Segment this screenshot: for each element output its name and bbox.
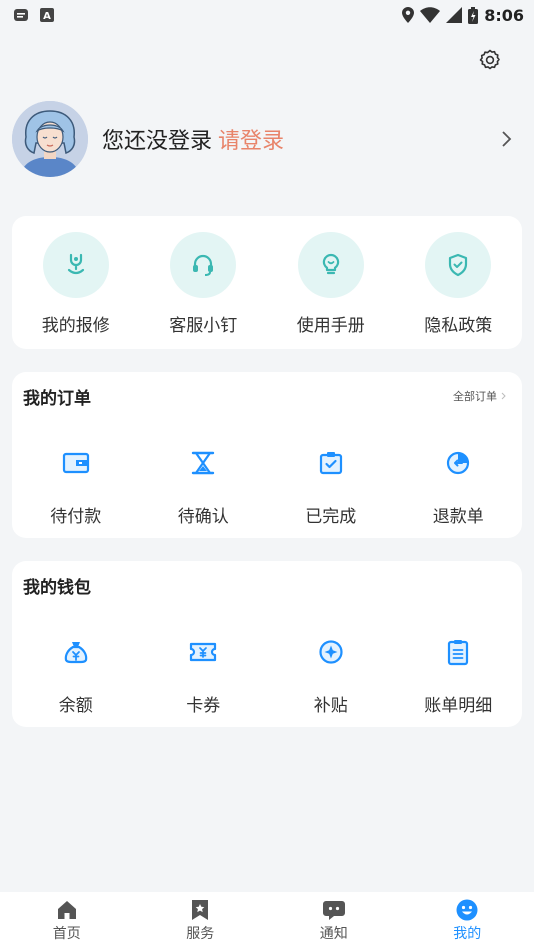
wallet-label: 卡券: [186, 696, 221, 716]
home-icon: [57, 901, 76, 919]
hourglass-icon: [192, 451, 215, 475]
status-time: 8:06: [484, 5, 524, 25]
wallet-card: 我的钱包 余额 卡券 补贴 账单明细: [12, 561, 522, 727]
subsidy-icon: [319, 640, 343, 664]
all-orders-link[interactable]: 全部订单: [453, 388, 506, 404]
service-item-repair[interactable]: 我的报修: [12, 232, 140, 336]
not-logged-in-text: 您还没登录: [102, 129, 213, 154]
signal-icon: [446, 7, 463, 23]
wallet-label: 账单明细: [424, 696, 493, 716]
tab-service[interactable]: 服务: [134, 892, 268, 950]
chevron-right-icon[interactable]: [500, 129, 514, 149]
bill-icon: [448, 640, 469, 666]
wallet-icon: [62, 452, 89, 474]
settings-gear-icon[interactable]: [478, 48, 502, 72]
tab-label: 首页: [52, 926, 81, 942]
tab-label: 服务: [186, 926, 215, 942]
wallet-item-bills[interactable]: 账单明细: [395, 635, 523, 716]
bottom-tab-bar: 首页 服务 通知 我的: [0, 892, 534, 950]
orders-card: 我的订单 全部订单 待付款 待确认 已完成 退款单: [12, 372, 522, 538]
wallet-label: 余额: [58, 696, 93, 716]
service-label: 隐私政策: [424, 316, 493, 336]
tab-label: 通知: [319, 926, 348, 942]
headset-icon: [193, 254, 214, 276]
profile-smile-icon: [456, 899, 478, 921]
order-item-pending-payment[interactable]: 待付款: [12, 446, 140, 527]
service-label: 客服小钉: [169, 316, 238, 336]
message-notification-icon: [14, 9, 28, 21]
clipboard-check-icon: [319, 452, 342, 475]
tab-label: 我的: [453, 926, 482, 942]
wallet-label: 补贴: [313, 696, 348, 716]
tab-mine[interactable]: 我的: [401, 892, 534, 950]
service-label: 使用手册: [296, 316, 365, 336]
login-link[interactable]: 请登录: [218, 123, 284, 155]
tab-notifications[interactable]: 通知: [267, 892, 401, 950]
battery-icon: [468, 6, 479, 24]
wallet-item-subsidy[interactable]: 补贴: [267, 635, 395, 716]
service-icon: [192, 900, 209, 920]
orders-title: 我的订单: [23, 389, 91, 409]
status-bar: A 8:06: [0, 0, 534, 30]
service-item-support[interactable]: 客服小钉: [140, 232, 268, 336]
wallet-item-balance[interactable]: 余额: [12, 635, 140, 716]
shield-icon: [449, 253, 468, 277]
order-item-pending-confirm[interactable]: 待确认: [140, 446, 268, 527]
service-label: 我的报修: [41, 316, 110, 336]
order-label: 已完成: [305, 507, 357, 527]
location-icon: [402, 7, 415, 23]
profile-header[interactable]: 您还没登录 请登录: [12, 100, 522, 178]
repair-icon: [67, 253, 84, 275]
services-card: 我的报修 客服小钉 使用手册 隐私政策: [12, 216, 522, 349]
order-item-refund[interactable]: 退款单: [395, 446, 523, 527]
service-item-manual[interactable]: 使用手册: [267, 232, 395, 336]
order-item-completed[interactable]: 已完成: [267, 446, 395, 527]
wifi-icon: [420, 7, 441, 23]
tab-home[interactable]: 首页: [0, 892, 134, 950]
service-item-privacy[interactable]: 隐私政策: [395, 232, 523, 336]
all-orders-label: 全部订单: [453, 390, 497, 403]
lightbulb-icon: [322, 253, 339, 275]
ticket-icon: [190, 642, 217, 662]
refund-icon: [447, 451, 470, 475]
avatar-illustration-icon: [12, 101, 88, 177]
svg-text:A: A: [43, 11, 51, 22]
money-bag-icon: [64, 642, 88, 664]
order-label: 退款单: [432, 507, 484, 527]
order-label: 待付款: [50, 507, 102, 527]
wallet-title: 我的钱包: [23, 578, 91, 598]
order-label: 待确认: [177, 507, 229, 527]
chevron-right-icon: [501, 392, 506, 400]
avatar[interactable]: [12, 101, 88, 177]
message-icon: [322, 901, 345, 920]
wallet-item-coupons[interactable]: 卡券: [140, 635, 268, 716]
keyboard-notification-icon: A: [40, 8, 54, 22]
